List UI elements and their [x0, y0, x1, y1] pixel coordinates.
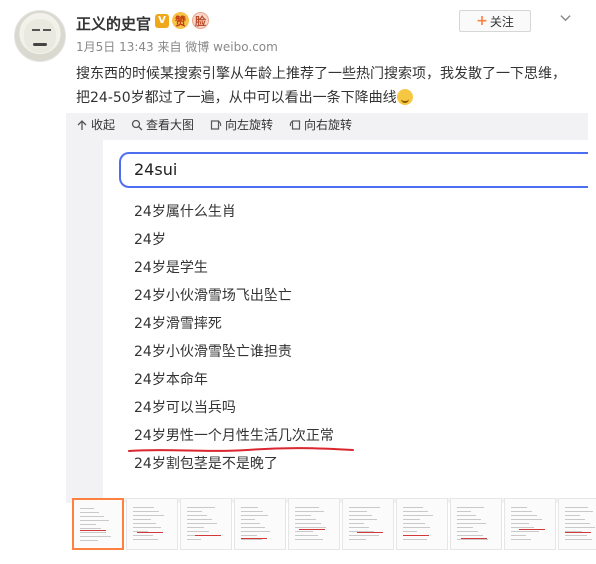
user-badges: V 赞 脸: [155, 12, 209, 29]
avatar[interactable]: [14, 10, 66, 62]
chevron-down-icon[interactable]: [560, 12, 571, 23]
avatar-eye-right: [43, 29, 51, 31]
post-text-line-1: 搜东西的时候某搜索引擎从年龄上推荐了一些热门搜索项，我发散了一下思维，: [76, 66, 566, 82]
thumbnail-4[interactable]: [234, 498, 286, 550]
post-text-line-2-wrap: 把24-50岁都过了一遍，从中可以看出一条下降曲线: [76, 86, 581, 110]
rotate-right-icon: [289, 119, 301, 130]
thumbnail-2[interactable]: [126, 498, 178, 550]
rotate-right-label: 向右旋转: [304, 118, 353, 132]
thumbnail-1[interactable]: [72, 498, 124, 550]
suggestion-item: 24岁: [134, 232, 166, 248]
rotate-left-label: 向左旋转: [225, 118, 274, 132]
rotate-right-button[interactable]: 向右旋转: [289, 116, 352, 133]
laugh-emoji-icon: [396, 89, 413, 105]
username-link[interactable]: 正义的史官: [76, 13, 151, 34]
thumbnail-5[interactable]: [288, 498, 340, 550]
search-input: 24sui: [119, 152, 588, 188]
suggestion-item: 24岁小伙滑雪场飞出坠亡: [134, 288, 292, 304]
suggestion-item: 24岁可以当兵吗: [134, 400, 236, 416]
avatar-eye-left: [32, 29, 40, 31]
suggestion-item: 24岁本命年: [134, 372, 208, 388]
arrow-up-icon: [77, 119, 87, 130]
plus-icon: +: [476, 13, 488, 29]
post-meta[interactable]: 1月5日 13:43 来自 微博 weibo.com: [76, 38, 278, 55]
suggestion-item: 24岁属什么生肖: [134, 204, 236, 220]
like-badge-icon[interactable]: 赞: [172, 12, 189, 29]
post-text-line-2: 把24-50岁都过了一遍，从中可以看出一条下降曲线: [76, 90, 397, 106]
rotate-left-icon: [210, 119, 222, 130]
media-toolbar: 收起 查看大图 向左旋转 向右旋转: [76, 116, 352, 133]
suggestion-list: 24岁属什么生肖 24岁 24岁是学生 24岁小伙滑雪场飞出坠亡 24岁滑雪摔死…: [134, 198, 334, 478]
thumbnail-8[interactable]: [450, 498, 502, 550]
avatar-mouth: [33, 43, 47, 46]
avatar-face: [24, 19, 56, 53]
red-underline-mark: [128, 447, 354, 452]
thumbnail-3[interactable]: [180, 498, 232, 550]
magnify-icon: [131, 119, 143, 130]
thumbnail-9[interactable]: [504, 498, 556, 550]
rotate-left-button[interactable]: 向左旋转: [210, 116, 273, 133]
follow-label: 关注: [489, 14, 514, 29]
suggestion-item: 24岁小伙滑雪坠亡谁担责: [134, 344, 292, 360]
view-large-button[interactable]: 查看大图: [131, 116, 194, 133]
post-image[interactable]: 24sui 24岁属什么生肖 24岁 24岁是学生 24岁小伙滑雪场飞出坠亡 2…: [103, 140, 588, 498]
collapse-label: 收起: [91, 118, 116, 132]
thumbnail-7[interactable]: [396, 498, 448, 550]
thumbnail-10[interactable]: [558, 498, 596, 550]
verified-badge-icon[interactable]: V: [155, 13, 169, 28]
suggestion-item: 24岁滑雪摔死: [134, 316, 222, 332]
view-large-label: 查看大图: [146, 118, 195, 132]
collapse-button[interactable]: 收起: [76, 116, 115, 133]
post-text: 搜东西的时候某搜索引擎从年龄上推荐了一些热门搜索项，我发散了一下思维， 把24-…: [76, 62, 581, 110]
suggestion-item: 24岁是学生: [134, 260, 208, 276]
follow-button[interactable]: + 关注: [459, 10, 531, 32]
face-badge-icon[interactable]: 脸: [192, 12, 209, 29]
thumbnail-strip: [72, 498, 596, 550]
thumbnail-6[interactable]: [342, 498, 394, 550]
